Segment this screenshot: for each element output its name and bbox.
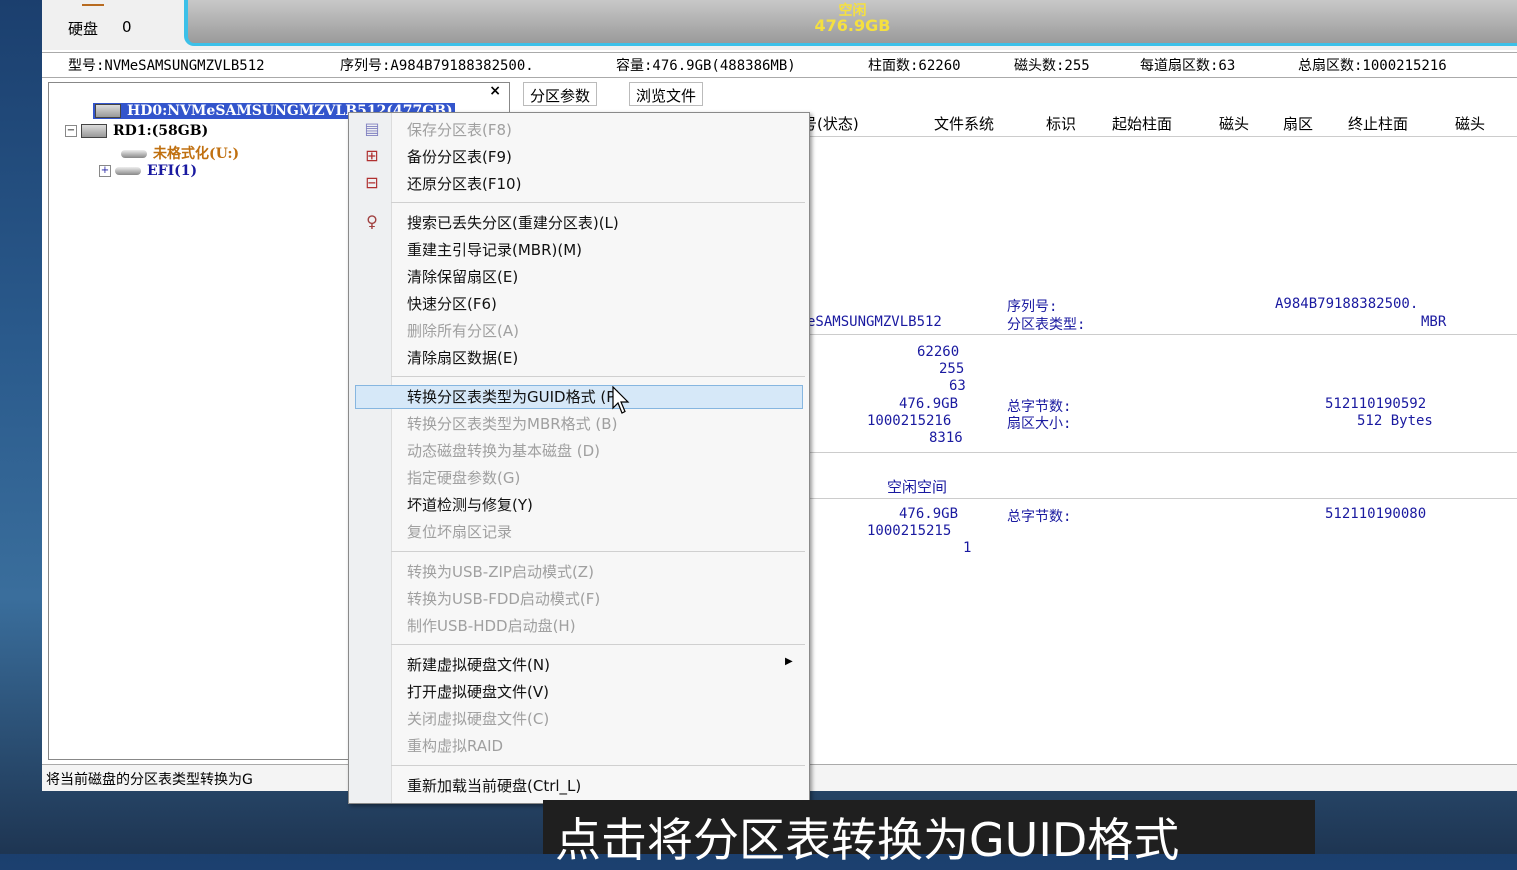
menu-item-search-lost-partitions[interactable]: 搜索已丢失分区(重建分区表)(L) — [407, 212, 619, 236]
menu-item-rebuild-mbr[interactable]: 重建主引导记录(MBR)(M) — [407, 239, 582, 263]
tree-item-label: 未格式化(U:) — [153, 146, 240, 162]
menu-item-backup-partition-table[interactable]: 备份分区表(F9) — [407, 146, 512, 170]
menu-item-close-virtual-disk[interactable]: 关闭虚拟硬盘文件(C) — [407, 708, 549, 732]
close-icon[interactable]: × — [489, 83, 501, 99]
tree-item-rd1[interactable]: − RD1:(58GB) — [65, 123, 208, 139]
tab-partition-params[interactable]: 分区参数 — [523, 82, 598, 106]
detail-serial-value: A984B79188382500. — [1275, 296, 1419, 312]
menu-item-usb-fdd[interactable]: 转换为USB-FDD启动模式(F) — [407, 588, 600, 612]
caption-text: 点击将分区表转换为GUID格式 — [555, 813, 1180, 867]
partition-icon — [121, 150, 147, 158]
free-space-block[interactable]: 空闲 476.9GB — [184, 0, 1517, 46]
search-icon: ♀ — [366, 212, 378, 231]
tab-browse-files[interactable]: 浏览文件 — [629, 82, 704, 106]
detail-model: eSAMSUNGMZVLB512 — [807, 314, 942, 330]
menu-item-usb-hdd[interactable]: 制作USB-HDD启动盘(H) — [407, 615, 576, 639]
menu-item-rebuild-raid[interactable]: 重构虚拟RAID — [407, 735, 503, 759]
submenu-arrow-icon: ▶ — [785, 656, 793, 667]
detail-ptype-value: MBR — [1421, 314, 1447, 330]
menu-separator — [391, 765, 805, 766]
column-header[interactable]: 标识 — [1046, 113, 1076, 134]
status-text: 将当前磁盘的分区表类型转换为G — [46, 772, 253, 788]
menu-item-save-partition-table[interactable]: 保存分区表(F8) — [407, 119, 512, 143]
tree-item-label: EFI(1) — [147, 163, 198, 179]
hard-disk-icon — [95, 104, 121, 118]
detail-ptype-label: 分区表类型: — [1007, 317, 1086, 333]
detail-free-start: 1 — [963, 540, 972, 556]
menu-item-convert-to-mbr[interactable]: 转换分区表类型为MBR格式 (B) — [407, 413, 617, 437]
collapse-icon[interactable]: − — [65, 125, 77, 137]
menu-item-dynamic-to-basic[interactable]: 动态磁盘转换为基本磁盘 (D) — [407, 440, 600, 464]
column-header[interactable]: 扇区 — [1283, 113, 1313, 134]
info-serial: 序列号:A984B79188382500. — [340, 58, 534, 74]
divider — [807, 498, 1517, 499]
menu-item-bad-sector-check[interactable]: 坏道检测与修复(Y) — [407, 494, 533, 518]
detail-total-bytes-value: 512110190592 — [1325, 396, 1427, 412]
info-cylinders: 柱面数:62260 — [868, 58, 961, 74]
detail-sector-size-value: 512 Bytes — [1357, 413, 1433, 429]
free-space-size: 476.9GB — [814, 16, 891, 35]
detail-free-sectors: 1000215215 — [867, 523, 952, 539]
detail-extra: 8316 — [929, 430, 963, 446]
mouse-cursor-icon — [612, 386, 630, 414]
video-caption: 点击将分区表转换为GUID格式 — [543, 800, 1315, 867]
info-total-sectors: 总扇区数:1000215216 — [1298, 58, 1447, 74]
disk-corner-decoration — [82, 0, 104, 6]
disk-map-bar: 硬盘 0 空闲 476.9GB — [42, 0, 1517, 50]
info-sectors-per-track: 每道扇区数:63 — [1140, 58, 1236, 74]
tree-item-efi[interactable]: + EFI(1) — [99, 163, 197, 179]
column-header[interactable]: 终止柱面 — [1348, 113, 1408, 134]
menu-item-reload-disk[interactable]: 重新加载当前硬盘(Ctrl_L) — [407, 775, 581, 799]
disk-info-line: 型号:NVMeSAMSUNGMZVLB512 序列号:A984B79188382… — [42, 52, 1517, 78]
detail-sector-size-label: 扇区大小: — [1007, 416, 1072, 432]
detail-cylinders: 62260 — [917, 344, 960, 360]
expand-icon[interactable]: + — [99, 165, 111, 177]
column-header[interactable]: 磁头 — [1455, 113, 1485, 134]
menu-item-open-virtual-disk[interactable]: 打开虚拟硬盘文件(V) — [407, 681, 549, 705]
menu-item-clear-reserved-sectors[interactable]: 清除保留扇区(E) — [407, 266, 518, 290]
menu-item-reset-bad-sectors[interactable]: 复位坏扇区记录 — [407, 521, 512, 545]
column-header[interactable]: 磁头 — [1219, 113, 1249, 134]
menu-item-usb-zip[interactable]: 转换为USB-ZIP启动模式(Z) — [407, 561, 594, 585]
menu-item-quick-partition[interactable]: 快速分区(F6) — [407, 293, 497, 317]
menu-item-clear-sector-data[interactable]: 清除扇区数据(E) — [407, 347, 518, 371]
menu-separator — [391, 202, 805, 203]
menu-item-set-disk-params[interactable]: 指定硬盘参数(G) — [407, 467, 520, 491]
menu-separator — [391, 644, 805, 645]
detail-heads: 255 — [939, 361, 965, 377]
detail-free-space-title: 空闲空间 — [887, 478, 948, 496]
info-capacity: 容量:476.9GB(488386MB) — [616, 58, 796, 74]
menu-item-convert-to-guid[interactable]: 转换分区表类型为GUID格式 (P) — [407, 386, 621, 410]
column-header[interactable]: 起始柱面 — [1112, 113, 1172, 134]
backup-icon: ⊞ — [365, 146, 379, 165]
disk-label: 硬盘 — [68, 20, 99, 38]
menu-separator — [391, 376, 805, 377]
divider — [807, 334, 1517, 335]
detail-serial-label: 序列号: — [1007, 299, 1058, 315]
hard-disk-icon — [81, 124, 107, 138]
menu-item-new-virtual-disk[interactable]: 新建虚拟硬盘文件(N) — [407, 654, 550, 678]
divider — [807, 452, 1517, 453]
context-menu: ▤ ⊞ ⊟ ♀ 保存分区表(F8) 备份分区表(F9) 还原分区表(F10) 搜… — [348, 112, 810, 804]
menu-item-restore-partition-table[interactable]: 还原分区表(F10) — [407, 173, 521, 197]
detail-free-capacity: 476.9GB — [899, 506, 959, 522]
tree-item-unformatted[interactable]: 未格式化(U:) — [121, 143, 239, 163]
detail-free-bytes-value: 512110190080 — [1325, 506, 1427, 522]
menu-separator — [391, 551, 805, 552]
detail-capacity: 476.9GB — [899, 396, 959, 412]
tree-item-label: RD1:(58GB) — [113, 123, 209, 139]
info-heads: 磁头数:255 — [1014, 58, 1090, 74]
column-header[interactable]: 文件系统 — [934, 113, 994, 134]
disk-number: 0 — [122, 18, 132, 36]
detail-spt: 63 — [949, 378, 966, 394]
detail-total-sectors: 1000215216 — [867, 413, 952, 429]
save-icon: ▤ — [364, 119, 380, 138]
info-model: 型号:NVMeSAMSUNGMZVLB512 — [68, 58, 265, 74]
detail-free-bytes-label: 总字节数: — [1007, 509, 1072, 525]
menu-item-delete-all-partitions[interactable]: 删除所有分区(A) — [407, 320, 519, 344]
restore-icon: ⊟ — [365, 173, 379, 192]
partition-icon — [115, 167, 141, 175]
